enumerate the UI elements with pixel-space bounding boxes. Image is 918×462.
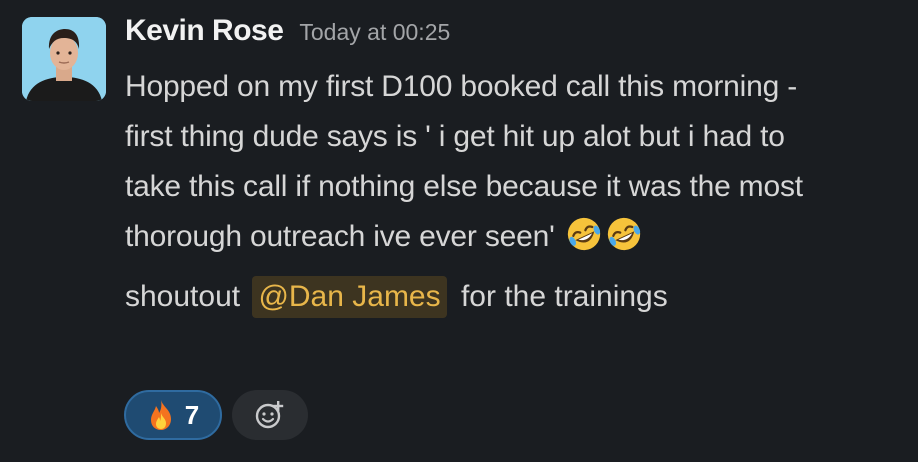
rofl-emoji-icon	[607, 217, 640, 251]
add-reaction-button[interactable]	[232, 390, 308, 440]
avatar[interactable]	[22, 17, 106, 101]
message-line: first thing dude says is ' i get hit up …	[125, 120, 785, 153]
avatar-image	[22, 17, 106, 101]
reaction-count: 7	[184, 399, 200, 430]
message-line-last: thorough outreach ive ever seen'	[125, 212, 910, 262]
user-mention[interactable]: @Dan James	[252, 276, 447, 318]
message-header: Kevin Rose Today at 00:25	[125, 14, 910, 62]
reactions-bar: 7	[124, 390, 308, 440]
shoutout-prefix: shoutout	[125, 280, 241, 313]
rofl-emoji-icon	[567, 217, 600, 251]
message: Kevin Rose Today at 00:25 Hopped on my f…	[0, 0, 918, 462]
fire-icon	[150, 400, 171, 430]
message-line: Hopped on my first D100 booked call this…	[125, 70, 798, 103]
message-line-text: thorough outreach ive ever seen'	[125, 220, 555, 253]
shoutout-suffix: for the trainings	[460, 280, 668, 313]
add-reaction-icon	[255, 401, 284, 429]
message-content: Kevin Rose Today at 00:25 Hopped on my f…	[125, 14, 910, 322]
shoutout-line: shoutout @Dan James for the trainings	[125, 272, 910, 322]
author-name[interactable]: Kevin Rose	[125, 14, 284, 48]
message-body: Hopped on my first D100 booked call this…	[125, 62, 910, 262]
message-line: take this call if nothing else because i…	[125, 170, 803, 203]
timestamp[interactable]: Today at 00:25	[299, 19, 450, 46]
reaction-fire-button[interactable]: 7	[124, 390, 222, 440]
